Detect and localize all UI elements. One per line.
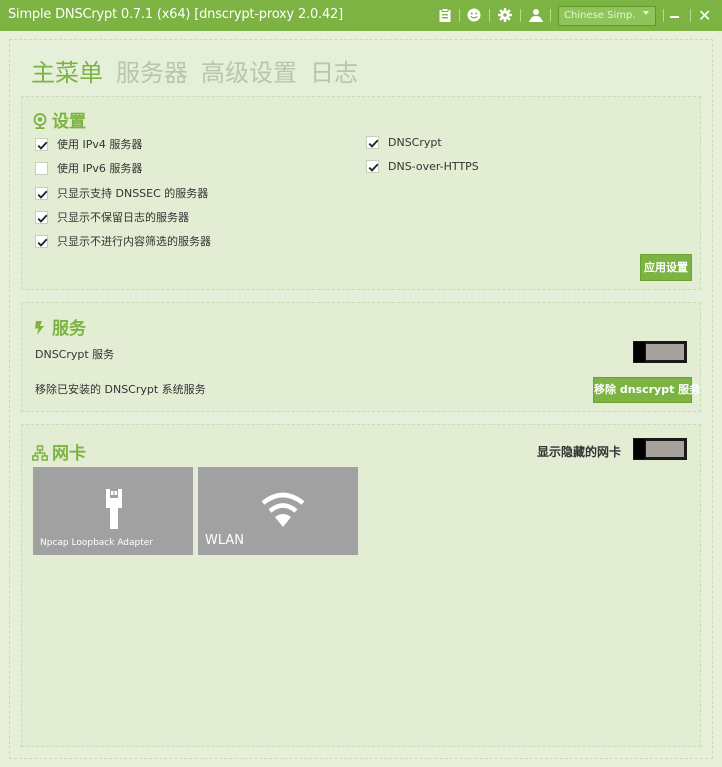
option-label: 使用 IPv6 服务器 [57, 162, 143, 175]
dnscrypt-service-toggle[interactable] [633, 341, 687, 363]
check-icon [368, 163, 379, 172]
tab-log[interactable]: 日志 [310, 53, 358, 88]
adapter-tile-npcap[interactable]: Npcap Loopback Adapter [33, 467, 193, 555]
tab-advanced-settings[interactable]: 高级设置 [201, 53, 297, 88]
lightning-icon [35, 321, 44, 335]
globe-person-icon [33, 113, 47, 129]
checkbox-checked[interactable] [35, 138, 48, 151]
check-icon [37, 190, 48, 199]
service-title-text: 服务 [52, 319, 86, 339]
close-button[interactable]: ✕ [698, 6, 711, 25]
language-select-value: Chinese Simp. [564, 10, 636, 21]
check-icon [37, 141, 48, 150]
toggle-knob [634, 439, 645, 459]
titlebar-separator [459, 9, 460, 22]
chevron-down-icon [643, 11, 649, 15]
clipboard-icon[interactable] [438, 8, 452, 22]
minimize-button[interactable] [670, 16, 679, 18]
ethernet-plug-icon [106, 489, 122, 529]
titlebar-separator [663, 9, 664, 22]
check-icon [37, 214, 48, 223]
smiley-icon[interactable] [467, 8, 481, 22]
checkbox-checked[interactable] [35, 211, 48, 224]
service-title: 服务 [32, 314, 86, 339]
adapter-tile-wlan[interactable]: WLAN [198, 467, 358, 555]
checkbox-unchecked[interactable] [35, 162, 48, 175]
title-bar: Simple DNSCrypt 0.7.1 (x64) [dnscrypt-pr… [0, 0, 722, 31]
option-label: 使用 IPv4 服务器 [57, 138, 143, 151]
dnscrypt-service-label: DNSCrypt 服务 [35, 348, 115, 361]
tab-main-menu[interactable]: 主菜单 [31, 53, 103, 88]
option-ipv4[interactable]: 使用 IPv4 服务器 [35, 136, 143, 151]
adapter-name: WLAN [205, 533, 245, 548]
remove-service-button[interactable]: 移除 dnscrypt 服务 [593, 377, 700, 403]
toggle-track [646, 344, 684, 360]
option-dnssec[interactable]: 只显示支持 DNSSEC 的服务器 [35, 185, 209, 200]
settings-title: 设置 [32, 107, 86, 132]
option-dnscrypt[interactable]: DNSCrypt [366, 136, 442, 150]
network-title-text: 网卡 [52, 444, 86, 464]
network-title: 网卡 [32, 439, 86, 464]
option-doh[interactable]: DNS-over-HTTPS [366, 160, 479, 174]
checkbox-checked[interactable] [35, 235, 48, 248]
option-ipv6[interactable]: 使用 IPv6 服务器 [35, 160, 143, 175]
titlebar-separator [690, 9, 691, 22]
option-label: DNS-over-HTTPS [388, 160, 479, 173]
check-icon [37, 238, 48, 247]
show-hidden-adapters-toggle[interactable] [633, 438, 687, 460]
titlebar-separator [550, 9, 551, 22]
gear-icon[interactable] [498, 8, 512, 22]
window-title: Simple DNSCrypt 0.7.1 (x64) [dnscrypt-pr… [8, 7, 343, 22]
check-icon [368, 139, 379, 148]
wifi-icon [261, 492, 305, 527]
remove-service-text: 移除已安装的 DNSCrypt 系统服务 [35, 383, 206, 396]
user-icon[interactable] [529, 8, 543, 22]
titlebar-separator [489, 9, 490, 22]
checkbox-checked[interactable] [35, 187, 48, 200]
network-icon [32, 445, 48, 461]
titlebar-separator [520, 9, 521, 22]
tab-servers[interactable]: 服务器 [116, 53, 188, 88]
settings-title-text: 设置 [52, 112, 86, 132]
toggle-track [646, 441, 684, 457]
option-label: 只显示不进行内容筛选的服务器 [57, 235, 211, 248]
option-label: 只显示不保留日志的服务器 [57, 211, 189, 224]
option-nofilter[interactable]: 只显示不进行内容筛选的服务器 [35, 233, 211, 248]
show-hidden-adapters-label: 显示隐藏的网卡 [537, 445, 622, 459]
main-nav: 主菜单 服务器 高级设置 日志 [31, 53, 371, 87]
toggle-knob [634, 342, 645, 362]
apply-settings-button[interactable]: 应用设置 [640, 254, 692, 281]
option-nolog[interactable]: 只显示不保留日志的服务器 [35, 209, 189, 224]
option-label: 只显示支持 DNSSEC 的服务器 [57, 187, 209, 200]
option-label: DNSCrypt [388, 136, 442, 149]
checkbox-checked[interactable] [366, 160, 379, 173]
checkbox-checked[interactable] [366, 136, 379, 149]
language-select[interactable]: Chinese Simp. [558, 6, 656, 26]
adapter-name: Npcap Loopback Adapter [40, 538, 154, 548]
